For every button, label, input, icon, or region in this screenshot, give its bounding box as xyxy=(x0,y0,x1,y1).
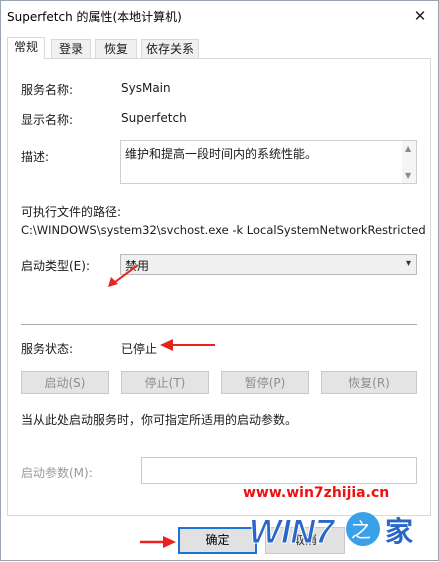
scroll-up-icon[interactable]: ▲ xyxy=(405,144,411,153)
path-value: C:\WINDOWS\system32\svchost.exe -k Local… xyxy=(21,223,426,237)
close-icon[interactable]: ✕ xyxy=(408,5,432,27)
svg-text:家: 家 xyxy=(385,515,413,548)
service-name-label: 服务名称: xyxy=(21,83,74,97)
properties-window: Superfetch 的属性(本地计算机) ✕ 常规 登录 恢复 依存关系 服务… xyxy=(0,0,439,561)
display-name-value: Superfetch xyxy=(121,111,187,125)
title-bar: Superfetch 的属性(本地计算机) ✕ xyxy=(1,1,438,31)
description-box[interactable]: 维护和提高一段时间内的系统性能。 ▲ ▼ xyxy=(120,140,417,184)
tab-logon[interactable]: 登录 xyxy=(51,39,91,58)
scroll-down-icon[interactable]: ▼ xyxy=(405,171,411,180)
path-label: 可执行文件的路径: xyxy=(21,205,122,219)
window-title: Superfetch 的属性(本地计算机) xyxy=(7,10,182,24)
annotation-arrow-status xyxy=(160,339,215,351)
general-panel: 服务名称: SysMain 显示名称: Superfetch 描述: 维护和提高… xyxy=(7,58,431,516)
annotation-arrow-startup xyxy=(108,264,139,287)
service-status-label: 服务状态: xyxy=(21,342,74,356)
start-params-hint: 当从此处启动服务时，你可指定所适用的启动参数。 xyxy=(21,413,298,427)
start-params-label: 启动参数(M): xyxy=(21,466,93,480)
chevron-down-icon[interactable]: ▾ xyxy=(406,258,411,269)
watermark-logo: WIN7 之 家 xyxy=(249,512,413,552)
description-label: 描述: xyxy=(21,150,50,164)
annotation-arrow-ok xyxy=(140,536,176,548)
description-text: 维护和提高一段时间内的系统性能。 xyxy=(125,147,318,161)
display-name-label: 显示名称: xyxy=(21,113,74,127)
resume-button[interactable]: 恢复(R) xyxy=(321,371,417,394)
watermark: www.win7zhijia.cn WIN7 之 家 xyxy=(243,479,439,562)
watermark-url: www.win7zhijia.cn xyxy=(243,485,390,501)
stop-button[interactable]: 停止(T) xyxy=(121,371,209,394)
start-button[interactable]: 启动(S) xyxy=(21,371,109,394)
pause-button[interactable]: 暂停(P) xyxy=(221,371,309,394)
svg-text:WIN7: WIN7 xyxy=(249,513,336,551)
service-status-value: 已停止 xyxy=(121,342,158,356)
service-name-value: SysMain xyxy=(121,81,171,95)
tab-dependencies[interactable]: 依存关系 xyxy=(141,39,199,58)
divider xyxy=(21,324,417,325)
tab-general[interactable]: 常规 xyxy=(7,37,45,59)
startup-type-label: 启动类型(E): xyxy=(21,259,90,273)
description-scrollbar[interactable]: ▲ ▼ xyxy=(402,141,416,183)
tab-recovery[interactable]: 恢复 xyxy=(95,39,137,58)
svg-text:之: 之 xyxy=(351,518,371,542)
startup-type-select[interactable]: 禁用 ▾ xyxy=(120,254,417,275)
